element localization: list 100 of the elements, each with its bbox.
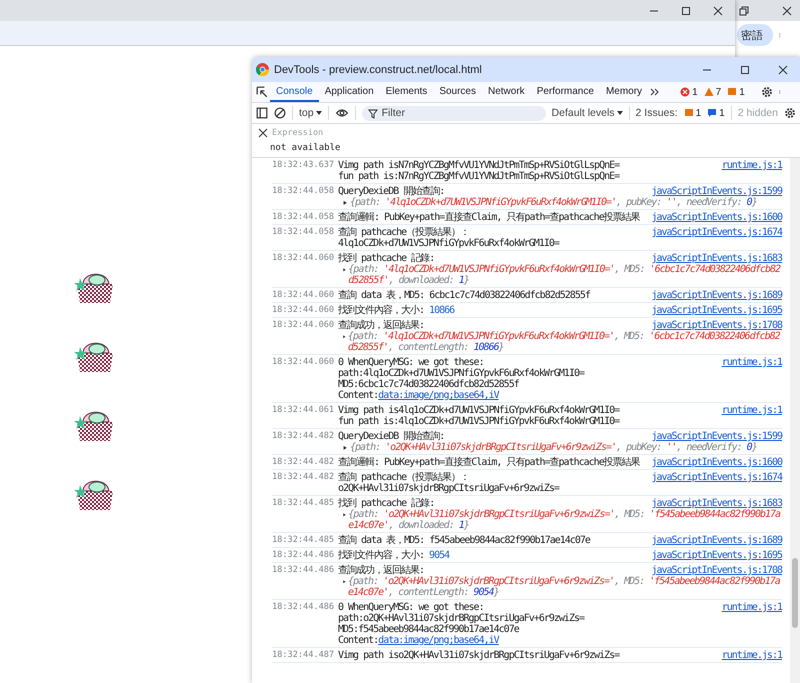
source-link[interactable]: javaScriptInEvents.js:1708 — [651, 565, 782, 576]
source-link[interactable]: runtime.js:1 — [722, 602, 782, 613]
log-timestamp: 18:32:44.060 — [272, 320, 334, 331]
object-preview: {path: '4lq1oCZDk+d7UW1VSJPNfiGYpvkF6uRxf4okWrGM1I0=', pubKey: '', needVerify: 0} — [350, 197, 757, 208]
message-icon — [707, 108, 718, 118]
source-link[interactable]: javaScriptInEvents.js:1695 — [651, 550, 782, 561]
log-timestamp: 18:32:44.060 — [272, 305, 334, 316]
object-preview: {path: 'o2QK+HAvl31i07skjdrBRgpCItsriUgaFv+6r9zwiZs=', pubKey: '', needVerify: 0} — [350, 442, 757, 453]
issue-count[interactable]: 1 — [727, 86, 745, 98]
log-text: fun path is:N7nRgYCZBgMfvVU1YVNdJtPmTmSp+RVSiOtGlLspQnE= — [338, 171, 621, 182]
log-text: QueryDexieDB 開始查詢: — [338, 186, 444, 197]
source-link[interactable]: javaScriptInEvents.js:1674 — [651, 227, 782, 238]
expression-result: not available — [269, 142, 342, 153]
maximize-icon[interactable] — [740, 64, 750, 74]
source-link[interactable]: runtime.js:1 — [722, 405, 782, 416]
log-timestamp: 18:32:44.486 — [272, 550, 334, 561]
source-link[interactable]: javaScriptInEvents.js:1600 — [651, 212, 782, 223]
close-icon[interactable] — [713, 6, 723, 16]
log-timestamp: 18:32:44.485 — [272, 498, 334, 509]
settings-icon[interactable] — [760, 86, 773, 98]
log-text: 查詢 data 表，MD5: 6cbc1c7c74d03822406dfcb82d52855f — [338, 290, 591, 301]
log-timestamp: 18:32:44.482 — [272, 457, 334, 468]
log-text: 0 WhenQueryMSG: we got these: — [338, 357, 485, 368]
source-link[interactable]: javaScriptInEvents.js:1689 — [651, 535, 782, 546]
panel-tab[interactable]: Elements — [380, 82, 434, 102]
panel-tab[interactable]: Network — [482, 82, 531, 102]
source-link[interactable]: runtime.js:1 — [722, 357, 782, 368]
log-timestamp: 18:32:44.061 — [272, 405, 334, 416]
source-link[interactable]: javaScriptInEvents.js:1708 — [651, 320, 782, 331]
inspect-element-icon[interactable] — [256, 86, 268, 98]
source-link[interactable]: javaScriptInEvents.js:1689 — [651, 290, 782, 301]
source-link[interactable]: javaScriptInEvents.js:1683 — [651, 498, 782, 509]
source-link[interactable]: javaScriptInEvents.js:1695 — [651, 305, 782, 316]
more-tabs-icon[interactable] — [650, 87, 660, 97]
source-link[interactable]: javaScriptInEvents.js:1683 — [651, 253, 782, 264]
log-timestamp: 18:32:44.486 — [272, 602, 334, 613]
source-link[interactable]: javaScriptInEvents.js:1599 — [651, 431, 782, 442]
source-link[interactable]: javaScriptInEvents.js:1599 — [651, 186, 782, 197]
log-text: fun path is:4lq1oCZDk+d7UW1VSJPNfiGYpvkF6uRxf4okWrGM1I0= — [338, 416, 621, 427]
log-text: MD5:6cbc1c7c74d03822406dfcb82d52855f — [338, 379, 520, 390]
link[interactable]: data:image/png;base64,iV — [378, 390, 499, 401]
context-selector[interactable]: top — [299, 107, 322, 119]
scrollbar-thumb[interactable] — [792, 558, 798, 628]
log-timestamp: 18:32:44.058 — [272, 227, 334, 238]
source-link[interactable]: runtime.js:1 — [722, 650, 782, 661]
window-title: DevTools - preview.construct.net/local.html — [274, 64, 483, 76]
log-text: 查詢成功，返回結果: — [338, 320, 426, 331]
filter-field[interactable]: Filter — [362, 106, 546, 120]
close-icon[interactable] — [258, 128, 268, 138]
log-timestamp: 18:32:44.482 — [272, 472, 334, 483]
log-text: Vimg path is4lq1oCZDk+d7UW1VSJPNfiGYpvkF6uRxf4okWrGM1I0= — [338, 405, 621, 416]
log-timestamp: 18:32:44.058 — [272, 186, 334, 197]
log-timestamp: 18:32:44.058 — [272, 212, 334, 223]
link[interactable]: data:image/png;base64,iV — [378, 635, 499, 646]
panel-tab[interactable]: Console — [270, 82, 319, 102]
log-text: QueryDexieDB 開始查詢: — [338, 431, 444, 442]
eye-icon[interactable] — [334, 107, 349, 119]
log-text: 找到文件內容，大小: 10866 — [338, 305, 456, 316]
caret-icon — [616, 111, 623, 115]
source-link[interactable]: javaScriptInEvents.js:1600 — [651, 457, 782, 468]
warning-count[interactable]: 7 — [704, 86, 722, 98]
object-preview: {path: '4lq1oCZDk+d7UW1VSJPNfiGYpvkF6uRxf4okWrGM1I0=', MD5: '6cbc1c7c74d03822406dfcb82d52855f', downloaded: 1} — [348, 264, 780, 286]
error-icon — [680, 87, 690, 97]
issues-info-count[interactable]: 1 — [707, 108, 725, 118]
hidden-count: 2 hidden — [738, 107, 778, 119]
clear-console-icon[interactable] — [274, 107, 286, 119]
levels-dropdown[interactable]: Default levels — [552, 107, 623, 119]
filter-icon — [368, 108, 378, 118]
log-timestamp: 18:32:44.060 — [272, 357, 334, 368]
maximize-icon[interactable] — [681, 6, 691, 16]
log-text: Vimg path iso2QK+HAvl31i07skjdrBRgpCItsriUgaFv+6r9zwiZs= — [338, 650, 621, 661]
source-link[interactable]: javaScriptInEvents.js:1674 — [651, 472, 782, 483]
panel-tab[interactable]: Sources — [433, 82, 482, 102]
panel-tab[interactable]: Performance — [530, 82, 600, 102]
log-text: 找到 pathcache 記錄: — [338, 498, 434, 509]
settings-icon[interactable] — [784, 107, 796, 119]
caret-icon — [316, 111, 322, 115]
log-text: 查詢邏輯: PubKey+path=直接查Claim, 只有path=查pathcache投票結果 — [338, 457, 641, 468]
source-link[interactable]: runtime.js:1 — [722, 160, 782, 171]
log-text: 4lq1oCZDk+d7UW1VSJPNfiGYpvkF6uRxf4okWrGM1I0= — [338, 238, 560, 249]
restore-icon[interactable] — [739, 6, 749, 16]
close-icon[interactable] — [782, 6, 792, 16]
close-icon[interactable] — [778, 64, 788, 74]
profile-button[interactable]: 密語 — [737, 24, 773, 46]
panel-tab[interactable]: Application — [318, 82, 380, 102]
panel-tab[interactable]: Memory — [600, 82, 648, 102]
log-text: 查詢邏輯: PubKey+path=直接查Claim, 只有path=查pathcache投票結果 — [338, 212, 641, 223]
log-text: 0 WhenQueryMSG: we got these: — [338, 602, 485, 613]
log-text: 查詢 pathcache（投票結果）： — [338, 227, 470, 238]
log-timestamp: 18:32:44.485 — [272, 535, 334, 546]
warning-icon — [704, 87, 714, 97]
log-text: path:o2QK+HAvl31i07skjdrBRgpCItsriUgaFv+6r9zwiZs= — [338, 613, 586, 624]
log-timestamp: 18:32:44.487 — [272, 650, 334, 661]
sidebar-toggle-icon[interactable] — [256, 107, 268, 119]
issues-warning-count[interactable]: 1 — [684, 108, 702, 118]
log-text: 查詢 pathcache（投票結果）： — [338, 472, 470, 483]
object-preview: {path: 'o2QK+HAvl31i07skjdrBRgpCItsriUgaFv+6r9zwiZs=', MD5: 'f545abeeb9844ac82f990b17ae14c07e', downloaded: 1} — [348, 509, 780, 531]
log-text: Content: — [338, 635, 378, 646]
log-text: o2QK+HAvl31i07skjdrBRgpCItsriUgaFv+6r9zwiZs= — [338, 483, 560, 494]
error-count[interactable]: 1 — [680, 86, 698, 98]
